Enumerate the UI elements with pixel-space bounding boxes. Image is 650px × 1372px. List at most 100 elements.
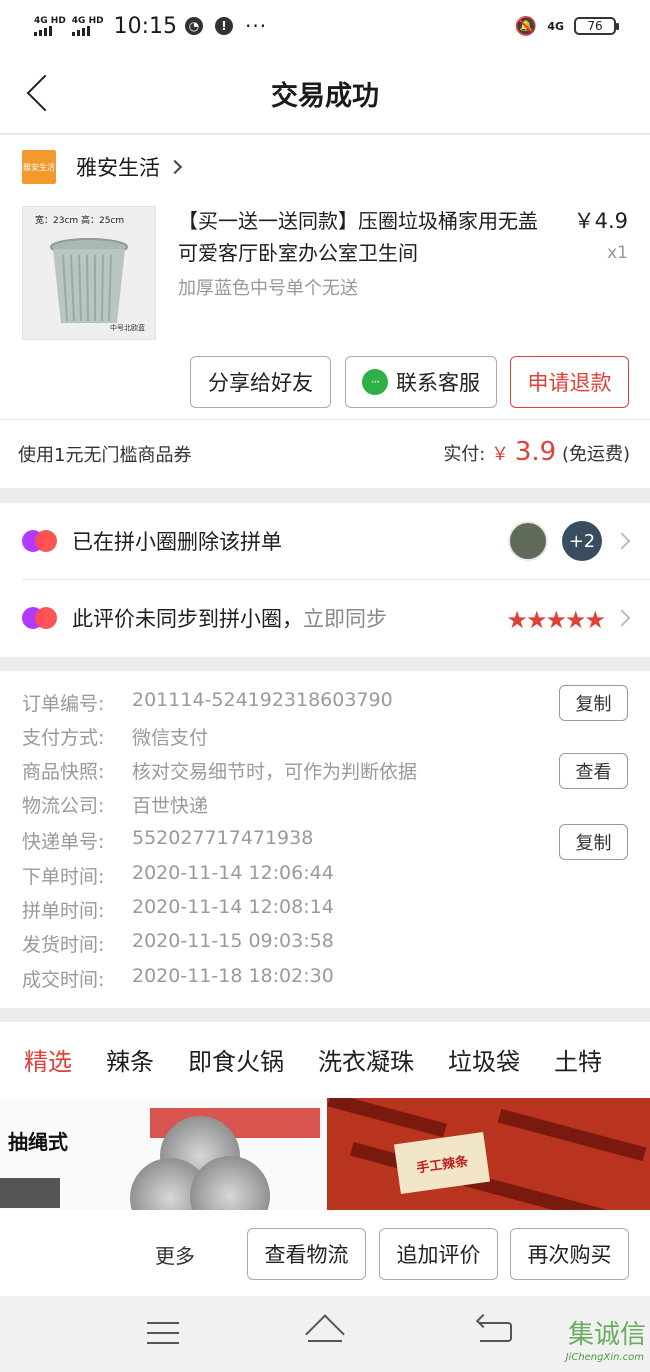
info-row-order-time: 下单时间: 2020-11-14 12:06:44 bbox=[22, 862, 334, 889]
order-info-card: 订单编号: 201114-524192318603790 支付方式: 微信支付 … bbox=[0, 671, 650, 1008]
info-value: 微信支付 bbox=[132, 727, 209, 749]
more-dots-icon: ··· bbox=[245, 14, 268, 38]
chevron-right-icon bbox=[613, 532, 631, 550]
info-row-payment-method: 支付方式: 微信支付 bbox=[22, 723, 208, 750]
info-row-order-number: 订单编号: 201114-524192318603790 bbox=[22, 689, 393, 716]
info-row-courier: 物流公司: 百世快递 bbox=[22, 791, 208, 818]
trash-bin-image bbox=[50, 238, 128, 323]
product-image[interactable]: 宽：23cm 高：25cm 中号北欧蓝 bbox=[22, 206, 156, 340]
avatar bbox=[508, 521, 548, 561]
pinxiaoquan-logo-icon bbox=[22, 527, 58, 555]
info-label: 物流公司: bbox=[22, 795, 105, 817]
system-nav-bar: 集诚信 JiChengXin.com bbox=[0, 1296, 650, 1372]
info-label: 订单编号: bbox=[22, 693, 105, 715]
info-label: 拼单时间: bbox=[22, 900, 105, 922]
order-goods-card: 雅安生活 雅安生活 宽：23cm 高：25cm 中号北欧蓝 【买一送一送同款】压… bbox=[0, 135, 650, 488]
product-image-caption: 中号北欧蓝 bbox=[110, 324, 145, 332]
product-quantity: x1 bbox=[607, 243, 628, 263]
tab-laundry-pods[interactable]: 洗衣凝珠 bbox=[318, 1042, 414, 1077]
top-nav: 交易成功 bbox=[0, 52, 650, 134]
recommended-product-spicy-strips[interactable]: 手工辣条 bbox=[327, 1098, 650, 1210]
info-value: 201114-524192318603790 bbox=[132, 689, 393, 711]
pinxiaoquan-card: 已在拼小圈删除该拼单 +2 此评价未同步到拼小圈，立即同步 ★★★★★ bbox=[0, 503, 650, 657]
chat-icon: ··· bbox=[362, 369, 388, 395]
snack-strip bbox=[327, 1098, 447, 1138]
avatar-more: +2 bbox=[562, 521, 602, 561]
recommended-product-trash-bags[interactable]: 抽绳式 bbox=[0, 1098, 324, 1210]
info-label: 发货时间: bbox=[22, 934, 105, 956]
contact-service-label: 联系客服 bbox=[396, 371, 480, 395]
product-tag: 抽绳式 bbox=[8, 1130, 68, 1154]
product-spec: 加厚蓝色中号单个无送 bbox=[178, 278, 358, 299]
home-icon[interactable] bbox=[304, 1318, 346, 1346]
view-logistics-button[interactable]: 查看物流 bbox=[247, 1228, 366, 1280]
divider bbox=[0, 419, 650, 420]
watermark-url: JiChengXin.com bbox=[565, 1352, 644, 1363]
info-value: 2020-11-15 09:03:58 bbox=[132, 930, 334, 952]
nav-app-icon: ◔ bbox=[185, 17, 203, 35]
shipping-note: (免运费) bbox=[561, 444, 630, 465]
more-button[interactable]: 更多 bbox=[155, 1240, 195, 1269]
store-name: 雅安生活 bbox=[76, 156, 160, 180]
chevron-right-icon bbox=[613, 609, 631, 627]
info-value: 2020-11-18 18:02:30 bbox=[132, 965, 334, 987]
back-nav-icon[interactable] bbox=[480, 1322, 512, 1342]
refund-button-label: 申请退款 bbox=[527, 371, 612, 395]
paid-amount: 实付: ￥ 3.9 (免运费) bbox=[443, 437, 630, 467]
sync-review-row[interactable]: 此评价未同步到拼小圈，立即同步 ★★★★★ bbox=[0, 580, 650, 656]
product-title[interactable]: 【买一送一送同款】压圈垃圾桶家用无盖可爱客厅卧室办公室卫生间 bbox=[178, 205, 548, 269]
share-button[interactable]: 分享给好友 bbox=[190, 356, 331, 408]
info-row-ship-time: 发货时间: 2020-11-15 09:03:58 bbox=[22, 930, 334, 957]
watermark-logo: 集诚信 bbox=[567, 1320, 646, 1350]
bag-drawstring bbox=[0, 1178, 60, 1208]
page-title: 交易成功 bbox=[271, 81, 379, 112]
sync-review-message: 此评价未同步到拼小圈， bbox=[72, 607, 303, 631]
info-value: 核对交易细节时，可作为判断依据 bbox=[132, 761, 418, 783]
copy-order-number-button[interactable]: 复制 bbox=[559, 685, 628, 721]
tab-featured[interactable]: 精选 bbox=[24, 1042, 72, 1096]
tab-instant-hotpot[interactable]: 即食火锅 bbox=[188, 1042, 284, 1077]
clock: 10:15 bbox=[113, 13, 177, 39]
signal-1-icon: 4G HD bbox=[34, 16, 66, 36]
recommendation-section: 精选 辣条 即食火锅 洗衣凝珠 垃圾袋 土特 抽绳式 手工辣条 bbox=[0, 1022, 650, 1210]
pinxiaoquan-logo-icon bbox=[22, 604, 58, 632]
info-row-complete-time: 成交时间: 2020-11-18 18:02:30 bbox=[22, 965, 334, 992]
status-bar: 4G HD 4G HD 10:15 ◔ ! ··· 🔕 4G 76 bbox=[0, 0, 650, 52]
category-tabs: 精选 辣条 即食火锅 洗衣凝珠 垃圾袋 土特 bbox=[0, 1022, 650, 1096]
contact-service-button[interactable]: ··· 联系客服 bbox=[345, 356, 497, 408]
tab-spicy-strips[interactable]: 辣条 bbox=[106, 1042, 154, 1077]
info-label: 下单时间: bbox=[22, 866, 105, 888]
sync-review-text: 此评价未同步到拼小圈，立即同步 bbox=[72, 603, 387, 633]
info-value: 552027717471938 bbox=[132, 827, 314, 849]
rating-stars: ★★★★★ bbox=[506, 606, 606, 634]
info-value: 2020-11-14 12:06:44 bbox=[132, 862, 334, 884]
menu-icon[interactable] bbox=[147, 1322, 179, 1344]
buy-again-button[interactable]: 再次购买 bbox=[510, 1228, 629, 1280]
store-link[interactable]: 雅安生活 雅安生活 bbox=[22, 148, 183, 186]
pinxiaoquan-deleted-row[interactable]: 已在拼小圈删除该拼单 +2 bbox=[0, 503, 650, 579]
tab-trash-bags[interactable]: 垃圾袋 bbox=[448, 1042, 520, 1077]
tab-local-specialty[interactable]: 土特 bbox=[554, 1042, 602, 1077]
sync-now-link[interactable]: 立即同步 bbox=[303, 607, 387, 631]
chevron-right-icon bbox=[167, 159, 183, 175]
signal-2-icon: 4G HD bbox=[71, 16, 104, 36]
view-snapshot-button[interactable]: 查看 bbox=[559, 753, 628, 789]
store-logo: 雅安生活 bbox=[22, 150, 56, 184]
refund-button[interactable]: 申请退款 bbox=[510, 356, 629, 408]
battery-icon: 76 bbox=[574, 17, 619, 35]
info-row-tracking-number: 快递单号: 552027717471938 bbox=[22, 827, 313, 854]
share-button-label: 分享给好友 bbox=[208, 371, 313, 395]
alert-icon: ! bbox=[215, 17, 233, 35]
info-label: 快递单号: bbox=[22, 831, 105, 853]
copy-tracking-number-button[interactable]: 复制 bbox=[559, 824, 628, 860]
info-label: 支付方式: bbox=[22, 727, 105, 749]
info-value: 百世快递 bbox=[132, 795, 209, 817]
info-row-snapshot: 商品快照: 核对交易细节时，可作为判断依据 bbox=[22, 757, 417, 784]
info-label: 成交时间: bbox=[22, 969, 105, 991]
participant-avatars[interactable]: +2 bbox=[508, 521, 602, 561]
info-row-group-time: 拼单时间: 2020-11-14 12:08:14 bbox=[22, 896, 334, 923]
add-review-button[interactable]: 追加评价 bbox=[379, 1228, 498, 1280]
info-label: 商品快照: bbox=[22, 761, 105, 783]
paid-value: 3.9 bbox=[514, 437, 557, 467]
coupon-text: 使用1元无门槛商品券 bbox=[18, 445, 192, 466]
